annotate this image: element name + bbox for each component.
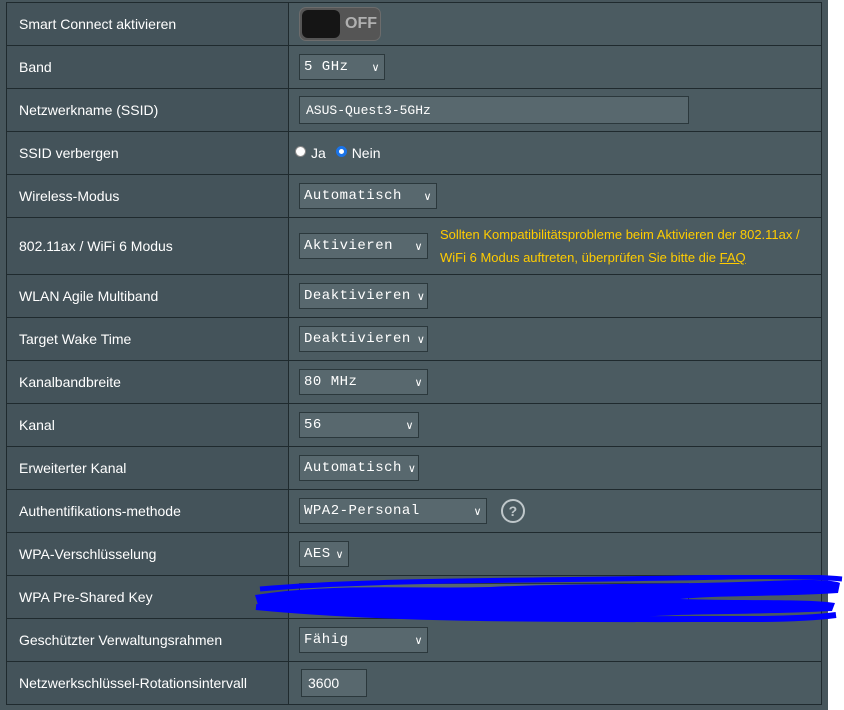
chevron-down-icon: ∨ [405, 418, 414, 432]
smart-connect-label: Smart Connect aktivieren [6, 2, 289, 46]
auth-method-label: Authentifikations-methode [6, 489, 289, 533]
target-wake-time-label: Target Wake Time [6, 317, 289, 361]
wifi6-mode-select[interactable]: Aktivieren ∨ [299, 233, 428, 259]
hide-ssid-label: SSID verbergen [6, 131, 289, 175]
wifi6-mode-value: Aktivieren [304, 238, 394, 254]
wifi6-mode-label: 802.11ax / WiFi 6 Modus [6, 217, 289, 275]
extension-channel-select[interactable]: Automatisch ∨ [299, 455, 419, 481]
chevron-down-icon: ∨ [371, 60, 380, 74]
row-channel: Kanal 56 ∨ [6, 403, 822, 447]
channel-bandwidth-select[interactable]: 80 MHz ∨ [299, 369, 428, 395]
hide-ssid-no-radio[interactable]: Nein [335, 144, 381, 161]
target-wake-time-value: Deaktivieren [304, 331, 411, 347]
chevron-down-icon: ∨ [335, 547, 344, 561]
row-wifi6-mode: 802.11ax / WiFi 6 Modus Aktivieren ∨ Sol… [6, 217, 822, 275]
auth-method-value: WPA2-Personal [304, 503, 420, 519]
redaction-scribble [255, 575, 843, 623]
ssid-input[interactable]: ASUS-Quest3-5GHz [299, 96, 689, 124]
chevron-down-icon: ∨ [414, 375, 423, 389]
channel-value: 56 [304, 417, 322, 433]
agile-multiband-value: Deaktivieren [304, 288, 411, 304]
key-rotation-label: Netzwerkschlüssel-Rotationsintervall [6, 661, 289, 705]
band-select[interactable]: 5 GHz ∨ [299, 54, 385, 80]
row-auth-method: Authentifikations-methode WPA2-Personal … [6, 489, 822, 533]
row-ssid: Netzwerkname (SSID) ASUS-Quest3-5GHz [6, 88, 822, 132]
help-icon[interactable]: ? [500, 499, 525, 523]
band-select-value: 5 GHz [304, 59, 349, 75]
radio-label-ja: Ja [311, 144, 326, 161]
channel-bandwidth-value: 80 MHz [304, 374, 358, 390]
channel-select[interactable]: 56 ∨ [299, 412, 419, 438]
chevron-down-icon: ∨ [416, 332, 426, 346]
row-wireless-mode: Wireless-Modus Automatisch ∨ [6, 174, 822, 218]
pmf-select[interactable]: Fähig ∨ [299, 627, 428, 653]
wpa-encryption-label: WPA-Verschlüsselung [6, 532, 289, 576]
faq-link[interactable]: FAQ [720, 250, 746, 265]
toggle-knob [302, 10, 340, 38]
band-label: Band [6, 45, 289, 89]
extension-channel-value: Automatisch [304, 460, 402, 476]
extension-channel-label: Erweiterter Kanal [6, 446, 289, 490]
agile-multiband-label: WLAN Agile Multiband [6, 274, 289, 318]
wpa-psk-label: WPA Pre-Shared Key [6, 575, 289, 619]
chevron-down-icon: ∨ [416, 289, 426, 303]
auth-method-select[interactable]: WPA2-Personal ∨ [299, 498, 487, 524]
chevron-down-icon: ∨ [407, 461, 417, 475]
radio-checked-icon [335, 146, 347, 158]
row-agile-multiband: WLAN Agile Multiband Deaktivieren ∨ [6, 274, 822, 318]
channel-bandwidth-label: Kanalbandbreite [6, 360, 289, 404]
radio-unchecked-icon [295, 146, 306, 158]
chevron-down-icon: ∨ [423, 189, 432, 203]
hide-ssid-yes-radio[interactable]: Ja [295, 145, 326, 161]
toggle-off-text: OFF [345, 15, 377, 32]
ssid-label: Netzwerkname (SSID) [6, 88, 289, 132]
row-target-wake-time: Target Wake Time Deaktivieren ∨ [6, 317, 822, 361]
row-band: Band 5 GHz ∨ [6, 45, 822, 89]
row-wpa-encryption: WPA-Verschlüsselung AES ∨ [6, 532, 822, 576]
pmf-value: Fähig [304, 632, 349, 648]
row-channel-bandwidth: Kanalbandbreite 80 MHz ∨ [6, 360, 822, 404]
smart-connect-toggle[interactable]: OFF [299, 7, 381, 41]
wireless-mode-value: Automatisch [304, 188, 402, 204]
chevron-down-icon: ∨ [473, 504, 482, 518]
chevron-down-icon: ∨ [414, 239, 423, 253]
agile-multiband-select[interactable]: Deaktivieren ∨ [299, 283, 428, 309]
row-key-rotation: Netzwerkschlüssel-Rotationsintervall 360… [6, 661, 822, 705]
wpa-encryption-value: AES [304, 546, 331, 562]
row-extension-channel: Erweiterter Kanal Automatisch ∨ [6, 446, 822, 490]
wifi6-note-text: Sollten Kompatibilitätsprobleme beim Akt… [440, 227, 800, 265]
pmf-label: Geschützter Verwaltungsrahmen [6, 618, 289, 662]
chevron-down-icon: ∨ [414, 633, 423, 647]
row-smart-connect: Smart Connect aktivieren OFF [6, 2, 822, 46]
wifi6-compat-note: Sollten Kompatibilitätsprobleme beim Akt… [440, 223, 820, 269]
row-hide-ssid: SSID verbergen Ja Nein [6, 131, 822, 175]
wireless-mode-select[interactable]: Automatisch ∨ [299, 183, 437, 209]
radio-label-nein: Nein [351, 144, 381, 161]
target-wake-time-select[interactable]: Deaktivieren ∨ [299, 326, 428, 352]
wpa-encryption-select[interactable]: AES ∨ [299, 541, 349, 567]
key-rotation-input[interactable]: 3600 [301, 669, 367, 697]
wireless-mode-label: Wireless-Modus [6, 174, 289, 218]
channel-label: Kanal [6, 403, 289, 447]
